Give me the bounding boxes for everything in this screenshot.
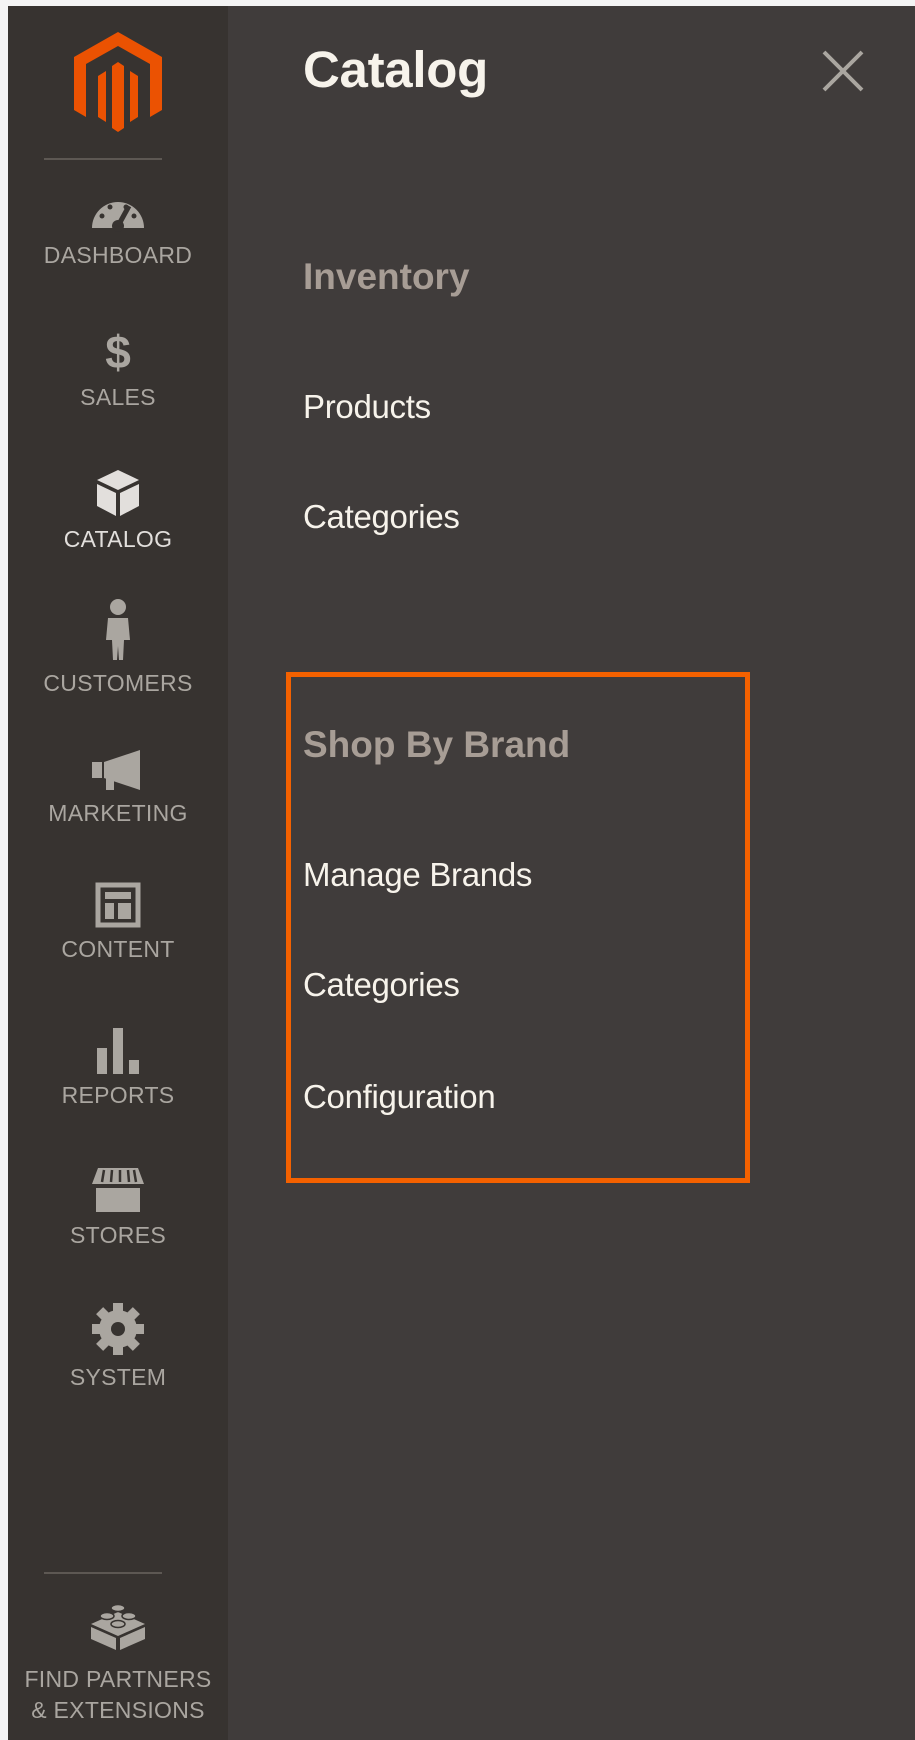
sidebar-item-label: SYSTEM (69, 1364, 167, 1390)
gear-icon (92, 1303, 144, 1355)
section-heading-shop-by-brand: Shop By Brand (303, 724, 571, 765)
panel-title: Catalog (303, 41, 488, 98)
sidebar-item-catalog[interactable]: CATALOG (8, 468, 228, 608)
lego-block-icon (91, 1603, 145, 1650)
sidebar-item-content[interactable]: CONTENT (8, 882, 228, 1022)
sidebar-item-label: CATALOG (63, 526, 173, 552)
sidebar-item-label: DASHBOARD (43, 242, 193, 268)
section-heading-inventory: Inventory (303, 256, 470, 297)
sidebar-item-label: MARKETING (48, 800, 188, 826)
sidebar-divider (44, 1572, 162, 1574)
layout-icon (95, 882, 141, 928)
catalog-submenu-panel: Catalog Inventory Products Categories Sh… (228, 6, 915, 1740)
sidebar-item-label: REPORTS (61, 1082, 175, 1108)
menu-link-products[interactable]: Products (303, 388, 431, 426)
dashboard-icon (92, 202, 144, 232)
sidebar-item-label: CUSTOMERS (43, 670, 193, 696)
sidebar-item-customers[interactable]: CUSTOMERS (8, 598, 228, 738)
menu-link-manage-brands[interactable]: Manage Brands (303, 856, 532, 894)
close-icon[interactable] (820, 48, 866, 94)
sidebar-item-find-partners[interactable]: FIND PARTNERS & EXTENSIONS (8, 1600, 228, 1740)
menu-link-categories[interactable]: Categories (303, 498, 460, 536)
menu-link-configuration[interactable]: Configuration (303, 1078, 496, 1116)
sidebar-item-sales[interactable]: $ SALES (8, 328, 228, 468)
sidebar-item-label: STORES (70, 1222, 166, 1248)
dollar-icon: $ (105, 326, 131, 378)
megaphone-icon (92, 750, 140, 790)
person-icon (106, 599, 130, 660)
sidebar-item-label: SALES (80, 384, 156, 410)
sidebar-item-stores[interactable]: STORES (8, 1166, 228, 1306)
sidebar-item-reports[interactable]: REPORTS (8, 1026, 228, 1166)
page-edge-left (0, 0, 8, 1740)
bar-chart-icon (97, 1028, 139, 1074)
sidebar-item-label: & EXTENSIONS (31, 1697, 205, 1723)
menu-link-brand-categories[interactable]: Categories (303, 966, 460, 1004)
sidebar-item-system[interactable]: SYSTEM (8, 1302, 228, 1442)
sidebar-item-label: CONTENT (61, 936, 175, 962)
storefront-icon (92, 1168, 144, 1212)
sidebar-item-dashboard[interactable]: DASHBOARD (8, 190, 228, 330)
sidebar-item-marketing[interactable]: MARKETING (8, 748, 228, 888)
sidebar-divider (44, 158, 162, 160)
admin-sidebar: DASHBOARD $ SALES CATALOG CUSTOMERS MARK… (8, 6, 228, 1740)
magento-logo-icon[interactable] (72, 30, 164, 140)
box-icon (97, 470, 139, 516)
sidebar-item-label: FIND PARTNERS (24, 1666, 212, 1692)
